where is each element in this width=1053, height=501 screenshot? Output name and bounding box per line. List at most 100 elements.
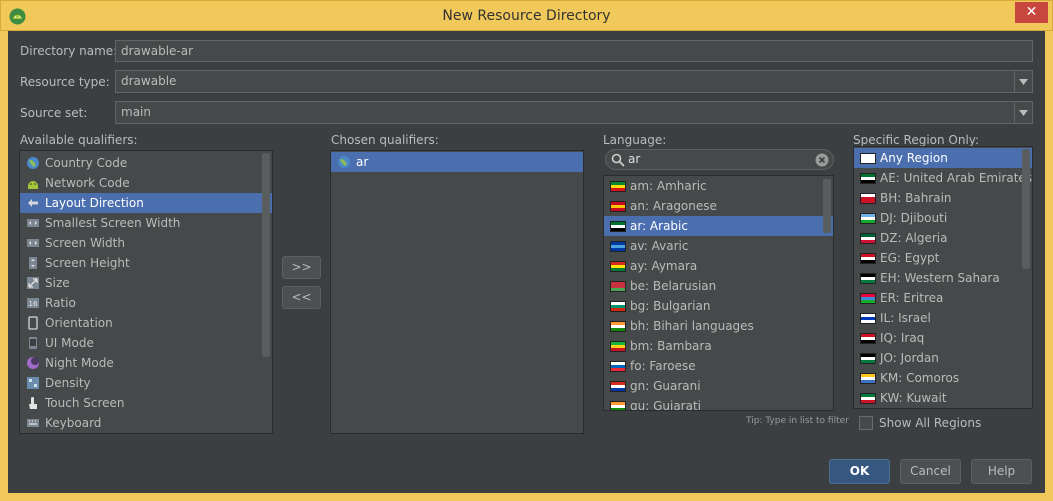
layout-direction-icon (26, 196, 40, 210)
region-item[interactable]: AE: United Arab Emirates (854, 168, 1032, 188)
available-qualifier-item[interactable]: UI Mode (20, 333, 272, 353)
flag-icon (860, 212, 876, 224)
chosen-qualifier-item-label: ar (356, 155, 369, 169)
help-button[interactable]: Help (971, 459, 1032, 484)
language-item[interactable]: an: Aragonese (604, 196, 833, 216)
region-item[interactable]: ER: Eritrea (854, 288, 1032, 308)
language-search-field[interactable]: ar (605, 149, 834, 170)
screen-width-icon (26, 216, 40, 230)
flag-icon (860, 192, 876, 204)
window-frame-right (1045, 31, 1053, 501)
add-qualifier-button[interactable]: >> (282, 256, 321, 279)
region-item[interactable]: DJ: Djibouti (854, 208, 1032, 228)
region-item-label: ER: Eritrea (880, 291, 944, 305)
source-set-label: Source set: (20, 106, 88, 120)
available-qualifier-item-label: Screen Width (45, 236, 125, 250)
region-list-scrollbar[interactable] (1022, 149, 1030, 269)
globe-icon (26, 156, 40, 170)
language-item[interactable]: fo: Faroese (604, 356, 833, 376)
close-button[interactable]: ✕ (1015, 2, 1048, 23)
title-bar[interactable]: New Resource Directory ✕ (0, 0, 1053, 31)
available-qualifier-item[interactable]: Smallest Screen Width (20, 213, 272, 233)
resource-type-select[interactable]: drawable (115, 70, 1033, 93)
language-item[interactable]: am: Amharic (604, 176, 833, 196)
show-all-regions-checkbox[interactable] (859, 416, 873, 430)
svg-text:16: 16 (29, 300, 38, 308)
region-list[interactable]: Any Region AE: United Arab Emirates BH: Ba… (853, 146, 1033, 409)
region-item[interactable]: IL: Israel (854, 308, 1032, 328)
region-item-label: KW: Kuwait (880, 391, 947, 405)
available-qualifier-item[interactable]: Density (20, 373, 272, 393)
available-qualifier-item[interactable]: Keyboard (20, 413, 272, 433)
region-item[interactable]: DZ: Algeria (854, 228, 1032, 248)
language-item[interactable]: ay: Aymara (604, 256, 833, 276)
remove-qualifier-button[interactable]: << (282, 286, 321, 309)
region-item-label: IL: Israel (880, 311, 931, 325)
available-qualifier-item[interactable]: Network Code (20, 173, 272, 193)
region-item[interactable]: BH: Bahrain (854, 188, 1032, 208)
available-qualifier-item[interactable]: Country Code (20, 153, 272, 173)
available-qualifiers-list[interactable]: Country Code Network Code Layout Direction… (19, 150, 273, 434)
search-icon (611, 153, 625, 167)
language-item[interactable]: gn: Guarani (604, 376, 833, 396)
source-set-select[interactable]: main (115, 101, 1033, 124)
night-mode-icon (26, 356, 40, 370)
available-qualifier-item[interactable]: 16 Ratio (20, 293, 272, 313)
language-list[interactable]: am: Amharic an: Aragonese ar: Arabic av: Av… (603, 175, 834, 411)
language-item[interactable]: av: Avaric (604, 236, 833, 256)
clear-search-icon[interactable] (815, 153, 829, 167)
available-qualifier-item[interactable]: Screen Width (20, 233, 272, 253)
language-item-label: gn: Guarani (630, 379, 701, 393)
directory-name-field[interactable]: drawable-ar (115, 40, 1033, 62)
window-title: New Resource Directory (442, 8, 611, 24)
flag-icon (860, 232, 876, 244)
source-set-value: main (121, 105, 151, 119)
ok-button[interactable]: OK (829, 459, 890, 484)
available-qualifier-item[interactable]: Size (20, 273, 272, 293)
screen-width-icon (26, 236, 40, 250)
language-item[interactable]: bm: Bambara (604, 336, 833, 356)
flag-icon (860, 392, 876, 404)
region-item-label: EH: Western Sahara (880, 271, 1000, 285)
cancel-button[interactable]: Cancel (900, 459, 961, 484)
language-item[interactable]: bh: Bihari languages (604, 316, 833, 336)
region-item[interactable]: IQ: Iraq (854, 328, 1032, 348)
available-qualifier-item[interactable]: Screen Height (20, 253, 272, 273)
chosen-qualifier-item[interactable]: ar (331, 152, 583, 172)
region-item[interactable]: KW: Kuwait (854, 388, 1032, 408)
region-item[interactable]: KM: Comoros (854, 368, 1032, 388)
show-all-regions-label: Show All Regions (879, 416, 982, 430)
keyboard-icon (26, 416, 40, 430)
region-item-label: BH: Bahrain (880, 191, 952, 205)
available-qualifier-item-label: Smallest Screen Width (45, 216, 181, 230)
language-item[interactable]: ar: Arabic (604, 216, 833, 236)
region-item-label: IQ: Iraq (880, 331, 925, 345)
available-qualifier-item[interactable]: Orientation (20, 313, 272, 333)
chevron-down-icon[interactable] (1014, 102, 1032, 123)
chosen-qualifiers-list[interactable]: ar (330, 150, 584, 434)
available-qualifier-item-label: Orientation (45, 316, 113, 330)
available-list-scrollbar[interactable] (262, 153, 270, 357)
language-list-scrollbar[interactable] (823, 179, 831, 233)
region-item-label: EG: Egypt (880, 251, 940, 265)
region-item[interactable]: JO: Jordan (854, 348, 1032, 368)
available-qualifier-item[interactable]: Layout Direction (20, 193, 272, 213)
language-item[interactable]: gu: Gujarati (604, 396, 833, 410)
region-item[interactable]: EH: Western Sahara (854, 268, 1032, 288)
language-item[interactable]: be: Belarusian (604, 276, 833, 296)
flag-icon (610, 180, 626, 192)
flag-icon (610, 400, 626, 410)
available-qualifier-item[interactable]: Touch Screen (20, 393, 272, 413)
available-qualifier-item-label: Touch Screen (45, 396, 125, 410)
available-qualifier-item-label: Keyboard (45, 416, 102, 430)
language-item[interactable]: bg: Bulgarian (604, 296, 833, 316)
flag-icon (610, 200, 626, 212)
region-item-label: DZ: Algeria (880, 231, 948, 245)
region-item[interactable]: Any Region (854, 148, 1032, 168)
region-item[interactable]: EG: Egypt (854, 248, 1032, 268)
available-qualifier-item-label: UI Mode (45, 336, 94, 350)
available-qualifier-item[interactable]: Night Mode (20, 353, 272, 373)
region-item-label: Any Region (880, 151, 948, 165)
chevron-down-icon[interactable] (1014, 71, 1032, 92)
flag-icon (610, 220, 626, 232)
